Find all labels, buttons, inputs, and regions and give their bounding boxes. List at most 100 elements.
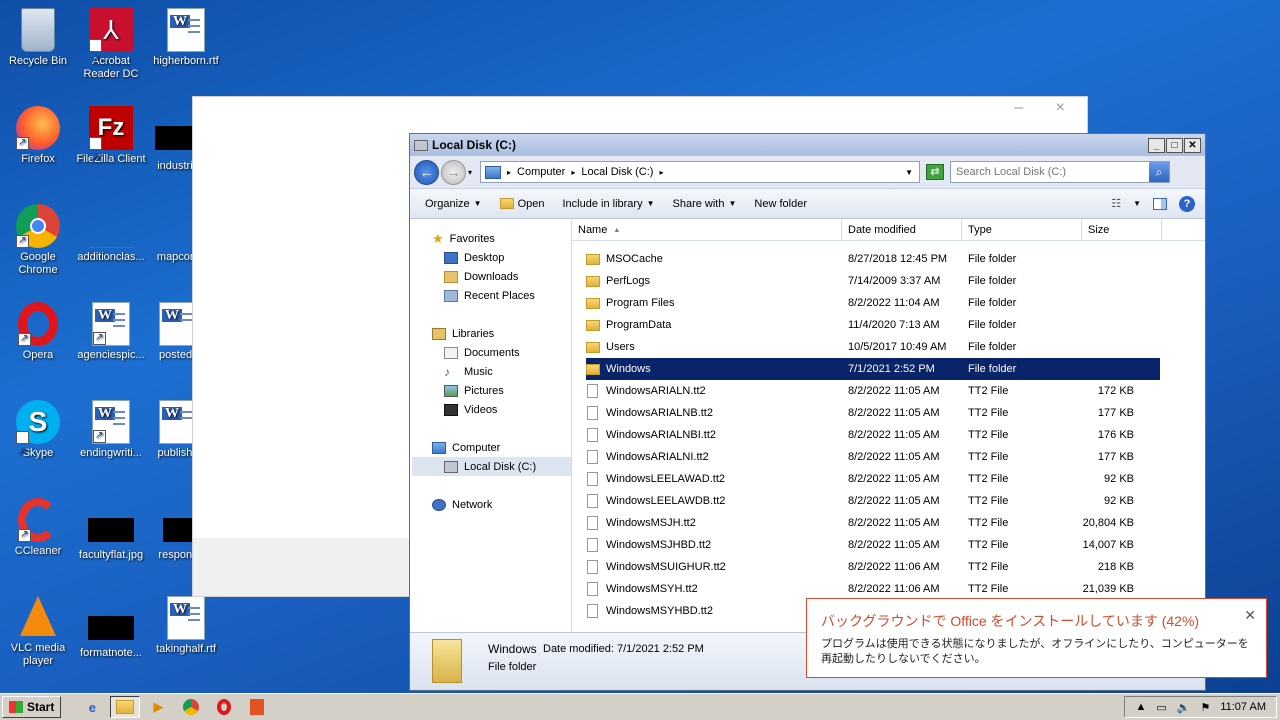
desktop-icon-takinghalf[interactable]: takinghalf.rtf xyxy=(148,596,224,656)
file-row[interactable]: WindowsMSJH.tt2 8/2/2022 11:05 AM TT2 File… xyxy=(586,512,1160,534)
column-name[interactable]: Name ▲ xyxy=(572,219,842,241)
file-name: WindowsLEELAWAD.tt2 xyxy=(606,473,726,485)
show-hidden-icons-icon[interactable]: ▲ xyxy=(1135,701,1146,713)
column-size[interactable]: Size xyxy=(1082,219,1162,241)
desktop-icon-firefox[interactable]: Firefox xyxy=(0,106,76,166)
file-type: TT2 File xyxy=(968,407,1009,419)
column-date-modified[interactable]: Date modified xyxy=(842,219,962,241)
address-bar[interactable]: ▸ Computer ▸ Local Disk (C:) ▸ ▼ xyxy=(480,161,921,183)
file-row[interactable]: WindowsARIALNB.tt2 8/2/2022 11:05 AM TT2 F… xyxy=(586,402,1160,424)
file-row[interactable]: Windows 7/1/2021 2:52 PM File folder xyxy=(586,358,1160,380)
network-icon[interactable]: ▭ xyxy=(1156,701,1166,714)
drive-icon xyxy=(414,139,428,151)
close-button[interactable]: ✕ xyxy=(1184,137,1201,153)
share-with-button[interactable]: Share with ▼ xyxy=(664,198,746,210)
desktop-icon-facultyflat[interactable]: facultyflat.jpg xyxy=(73,498,149,562)
internet-explorer-icon[interactable]: e xyxy=(77,696,107,718)
explorer-titlebar[interactable]: Local Disk (C:) _ □ ✕ xyxy=(410,134,1205,156)
nav-libraries[interactable]: Libraries xyxy=(412,324,571,343)
chrome-taskbar-icon[interactable] xyxy=(176,696,206,718)
back-button[interactable]: ← xyxy=(414,159,439,185)
file-row[interactable]: WindowsARIALNI.tt2 8/2/2022 11:05 AM TT2 F… xyxy=(586,446,1160,468)
view-dropdown-icon[interactable]: ▼ xyxy=(1133,199,1141,208)
column-type[interactable]: Type xyxy=(962,219,1082,241)
file-icon xyxy=(587,406,598,420)
desktop-icon-agenciespic[interactable]: agenciespic... xyxy=(73,302,149,362)
desktop-icon-skype[interactable]: S Skype xyxy=(0,400,76,474)
recent-pages-chevron-icon[interactable]: ▾ xyxy=(468,168,472,177)
desktop-icon-formatnote[interactable]: formatnote... xyxy=(73,596,149,660)
refresh-button[interactable]: ⇄ xyxy=(926,164,945,180)
desktop-icon xyxy=(444,251,458,264)
open-button[interactable]: Open xyxy=(491,198,554,210)
nav-documents[interactable]: Documents xyxy=(412,343,571,362)
nav-computer[interactable]: Computer xyxy=(412,438,571,457)
nav-recent-places[interactable]: Recent Places xyxy=(412,286,571,305)
volume-icon[interactable]: 🔈 xyxy=(1177,701,1191,714)
nav-network[interactable]: Network xyxy=(412,495,571,514)
file-date: 7/14/2009 3:37 AM xyxy=(848,275,941,287)
file-row[interactable]: Users 10/5/2017 10:49 AM File folder xyxy=(586,336,1160,358)
file-size: 20,804 KB xyxy=(1082,517,1134,529)
breadcrumb-separator-icon: ▸ xyxy=(507,167,512,177)
office-taskbar-icon[interactable] xyxy=(242,696,272,718)
nav-local-disk[interactable]: Local Disk (C:) xyxy=(412,457,571,476)
desktop-icon-filezilla[interactable]: Fz FileZilla Client xyxy=(73,106,149,180)
file-row[interactable]: WindowsMSJHBD.tt2 8/2/2022 11:05 AM TT2 Fi… xyxy=(586,534,1160,556)
media-player-icon[interactable]: ▶ xyxy=(143,696,173,718)
nav-videos[interactable]: Videos xyxy=(412,400,571,419)
clock[interactable]: 11:07 AM xyxy=(1220,701,1266,713)
file-row[interactable]: MSOCache 8/27/2018 12:45 PM File folder xyxy=(586,248,1160,270)
desktop-icon-recycle-bin[interactable]: Recycle Bin xyxy=(0,8,76,68)
nav-downloads[interactable]: Downloads xyxy=(412,267,571,286)
search-box[interactable]: ⌕ xyxy=(950,161,1171,183)
desktop-icon-vlc[interactable]: VLC media player xyxy=(0,596,76,668)
explorer-taskbar-icon[interactable] xyxy=(110,696,141,718)
desktop-icon-acrobat[interactable]: ⅄ Acrobat Reader DC xyxy=(73,8,149,82)
file-row[interactable]: WindowsLEELAWDB.tt2 8/2/2022 11:05 AM TT2 … xyxy=(586,490,1160,512)
view-options-icon[interactable]: ☷ xyxy=(1111,197,1121,210)
word-document-icon xyxy=(167,596,205,640)
preview-pane-icon[interactable] xyxy=(1153,197,1167,210)
desktop-icon-opera[interactable]: Opera xyxy=(0,302,76,362)
nav-pictures[interactable]: Pictures xyxy=(412,381,571,400)
nav-favorites[interactable]: ★ Favorites xyxy=(412,229,571,248)
file-name: WindowsARIALNBI.tt2 xyxy=(606,429,717,441)
start-button[interactable]: Start xyxy=(2,696,62,718)
file-type: TT2 File xyxy=(968,539,1009,551)
file-row[interactable]: WindowsARIALNBI.tt2 8/2/2022 11:05 AM TT2 … xyxy=(586,424,1160,446)
maximize-button[interactable]: □ xyxy=(1166,137,1183,153)
file-row[interactable]: Program Files 8/2/2022 11:04 AM File folde… xyxy=(586,292,1160,314)
nav-label: Documents xyxy=(464,346,520,359)
organize-button[interactable]: Organize ▼ xyxy=(416,198,491,210)
nav-desktop[interactable]: Desktop xyxy=(412,248,571,267)
minimize-button[interactable]: _ xyxy=(1148,137,1165,153)
new-folder-button[interactable]: New folder xyxy=(745,198,816,210)
include-in-library-button[interactable]: Include in library ▼ xyxy=(553,198,663,210)
window-controls[interactable]: – × xyxy=(1014,99,1079,117)
file-row[interactable]: WindowsMSUIGHUR.tt2 8/2/2022 11:06 AM TT2 … xyxy=(586,556,1160,578)
search-input[interactable] xyxy=(956,166,1147,178)
close-icon[interactable]: ✕ xyxy=(1244,607,1256,624)
file-row[interactable]: PerfLogs 7/14/2009 3:37 AM File folder xyxy=(586,270,1160,292)
desktop-icon-ccleaner[interactable]: CCleaner xyxy=(0,498,76,558)
desktop-icon-additionclas[interactable]: additionclas... xyxy=(73,204,149,264)
file-row[interactable]: ProgramData 11/4/2020 7:13 AM File folder xyxy=(586,314,1160,336)
file-row[interactable]: WindowsMSYH.tt2 8/2/2022 11:06 AM TT2 File… xyxy=(586,578,1160,600)
nav-music[interactable]: ♪ Music xyxy=(412,362,571,381)
search-icon[interactable]: ⌕ xyxy=(1149,162,1170,182)
forward-button[interactable]: → xyxy=(441,159,466,185)
address-dropdown-icon[interactable]: ▼ xyxy=(905,168,913,177)
desktop-icon-higherborn[interactable]: higherborn.rtf xyxy=(148,8,224,68)
action-center-flag-icon[interactable]: ⚑ xyxy=(1200,701,1210,714)
desktop-icon-label: Firefox xyxy=(21,153,55,165)
opera-taskbar-icon[interactable] xyxy=(209,696,239,718)
file-row[interactable]: WindowsLEELAWAD.tt2 8/2/2022 11:05 AM TT2 … xyxy=(586,468,1160,490)
desktop-icon-endingwriti[interactable]: endingwriti... xyxy=(73,400,149,460)
office-install-notification[interactable]: バックグラウンドで Office をインストールしています (42%) プログラ… xyxy=(806,598,1267,678)
breadcrumb-local-disk[interactable]: Local Disk (C:) xyxy=(581,166,653,178)
help-icon[interactable]: ? xyxy=(1179,195,1195,212)
file-row[interactable]: WindowsARIALN.tt2 8/2/2022 11:05 AM TT2 Fi… xyxy=(586,380,1160,402)
breadcrumb-computer[interactable]: Computer xyxy=(517,166,565,178)
desktop-icon-chrome[interactable]: Google Chrome xyxy=(0,204,76,277)
